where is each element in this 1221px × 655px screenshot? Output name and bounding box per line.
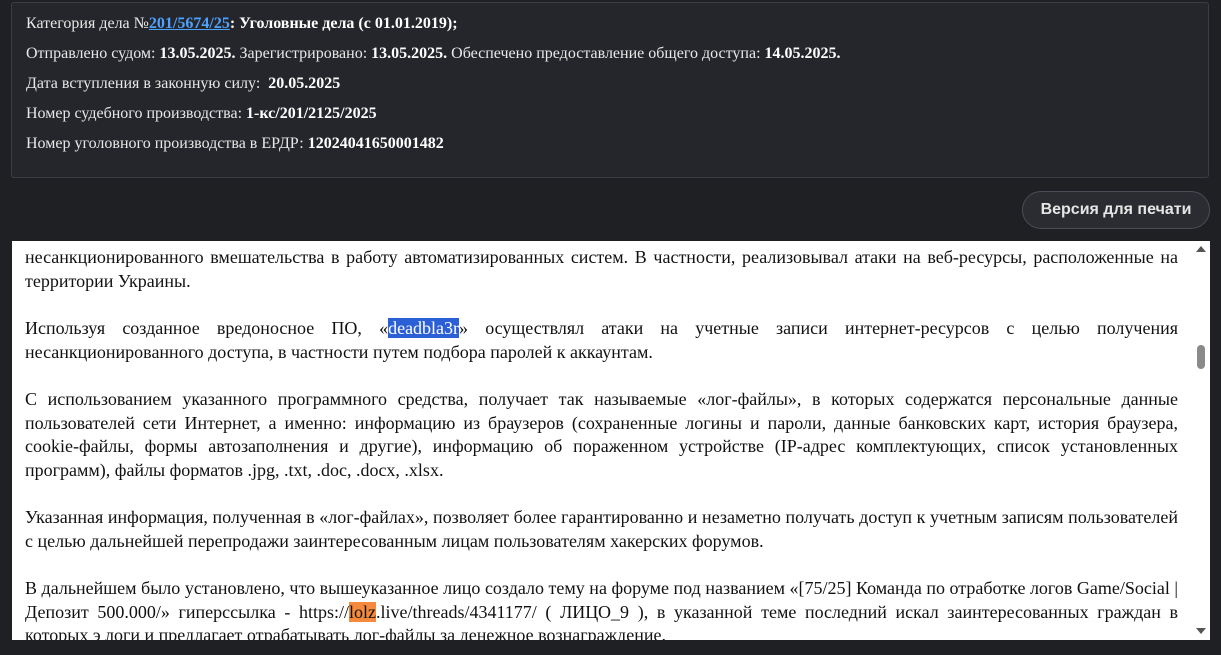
registered-label: Зарегистрировано: [239, 45, 368, 62]
case-number-link[interactable]: 201/5674/25 [149, 15, 230, 32]
erdr-label: Номер уголовного производства в ЕРДР: [26, 135, 304, 152]
dates-line: Отправлено судом: 13.05.2025. Зарегистрир… [26, 44, 1208, 64]
court-proceeding-value: 1-кс/201/2125/2025 [246, 105, 377, 122]
access-value: 14.05.2025. [764, 45, 841, 62]
scroll-thumb[interactable] [1197, 345, 1205, 369]
case-info-panel: Категория дела №201/5674/25: Уголовные д… [11, 2, 1209, 178]
search-highlight: lolz [348, 601, 376, 622]
document-text: несанкционированного вмешательства в раб… [25, 241, 1178, 640]
case-category-label: Категория дела № [26, 15, 149, 32]
page-root: Категория дела №201/5674/25: Уголовные д… [0, 0, 1221, 655]
print-version-button[interactable]: Версия для печати [1022, 191, 1210, 229]
paragraph-3: Указанная информация, полученная в «лог-… [25, 507, 1178, 551]
scroll-up-arrow-icon[interactable] [1196, 246, 1206, 252]
effective-value: 20.05.2025 [268, 75, 341, 92]
paragraph-1: Используя созданное вредоносное ПО, «dea… [25, 317, 1178, 364]
sent-value: 13.05.2025. [159, 45, 236, 62]
effective-date-line: Дата вступления в законную силу: 20.05.20… [26, 74, 1208, 94]
paragraph-4: В дальнейшем было установлено, что вышеу… [25, 577, 1178, 640]
erdr-line: Номер уголовного производства в ЕРДР: 120… [26, 134, 1208, 154]
scroll-down-arrow-icon[interactable] [1196, 628, 1206, 634]
paragraph-2: С использованием указанного программного… [25, 389, 1178, 480]
effective-label: Дата вступления в законную силу: [26, 75, 261, 92]
case-category-line: Категория дела №201/5674/25: Уголовные д… [26, 14, 1208, 34]
registered-value: 13.05.2025. [371, 45, 448, 62]
court-proceeding-line: Номер судебного производства: 1-кс/201/21… [26, 104, 1208, 124]
case-category-value: : Уголовные дела (с 01.01.2019); [229, 15, 458, 32]
sent-label: Отправлено судом: [26, 45, 156, 62]
court-proceeding-label: Номер судебного производства: [26, 105, 243, 122]
erdr-value: 12024041650001482 [307, 135, 444, 152]
paragraph-0: несанкционированного вмешательства в раб… [25, 247, 1178, 291]
document-viewer[interactable]: несанкционированного вмешательства в раб… [12, 241, 1210, 640]
selected-text: deadbla3r [388, 318, 460, 338]
access-label: Обеспечено предоставление общего доступа… [451, 45, 761, 62]
paragraph-1-start: Используя созданное вредоносное ПО, « [25, 318, 389, 338]
document-scrollbar[interactable] [1192, 241, 1210, 640]
